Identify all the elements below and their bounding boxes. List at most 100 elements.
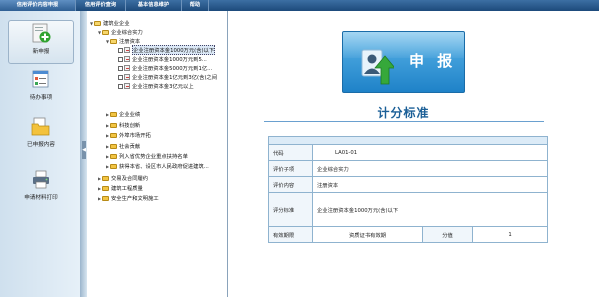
tree-node-label: 建筑工程质量 (111, 186, 143, 192)
category-tree: ▼ 建筑业企业 ▼ 企业综合实力 ▼ 注册资本 企业注册资本金1000万元(含)… (87, 11, 228, 297)
content-label: 评价内容 (268, 176, 313, 193)
score-label: 分值 (422, 226, 473, 243)
tree-node-label: 获得本省、设区市人民政府促进建筑... (119, 164, 209, 170)
tree-node[interactable]: ▶ 企业业绩 (105, 110, 140, 118)
tree-node[interactable]: ▶ 列入省优势企业重点扶持名单 (105, 152, 188, 160)
item-value: 企业综合实力 (312, 160, 548, 177)
tree-node-label: 建筑业企业 (103, 21, 130, 27)
tree-node[interactable]: ▼ 注册资本 (105, 37, 140, 45)
document-icon (124, 74, 130, 80)
checkbox[interactable] (118, 83, 123, 89)
table-row: 评价内容 注册资本 (268, 176, 548, 193)
checkbox[interactable] (118, 47, 123, 53)
folder-icon (110, 163, 117, 169)
valid-label: 有效期限 (268, 226, 313, 243)
sidebar-item-label: 待办事项 (29, 95, 53, 101)
tree-node-label: 交易及合同履约 (111, 176, 149, 182)
sidebar-item-new-declaration[interactable]: 新申报 (8, 20, 74, 64)
tree-node[interactable]: ▶ 社会贡献 (105, 142, 140, 150)
task-list-icon (29, 67, 53, 91)
tab-basic-info[interactable]: 基本信息维护 (126, 0, 182, 11)
tree-node-label: 企业注册资本金3亿元以上 (132, 84, 194, 90)
table-row: 有效期限 资质证书有效期 分值 1 (268, 226, 548, 243)
tab-credit-declaration[interactable]: 信用评价内容申报 (0, 0, 76, 11)
table-row: 评分标准 企业注册资本金1000万元(含)以下 (268, 192, 548, 227)
tree-node[interactable]: 企业注册资本金1000万元到5... (113, 55, 207, 63)
tree-node[interactable]: ▶ 外埠市场开拓 (105, 131, 151, 139)
tree-node[interactable]: ▶ 安全生产和文明施工 (97, 194, 159, 202)
document-icon (124, 56, 130, 62)
add-document-icon (29, 21, 53, 45)
tree-node-label: 企业注册资本金1000万元到5... (132, 57, 207, 63)
standard-value: 企业注册资本金1000万元(含)以下 (312, 192, 548, 227)
person-upload-icon (361, 49, 394, 85)
table-row: 评价子项 企业综合实力 (268, 160, 548, 177)
scoring-standard-table: 代码 LA01-01 评价子项 企业综合实力 评价内容 注册资本 评分标准 企业… (268, 136, 548, 243)
document-icon (124, 83, 130, 89)
tab-credit-query[interactable]: 信用评价查询 (76, 0, 126, 11)
tree-node-label: 企业注册资本金1亿元到3亿(含)之间 (132, 75, 218, 81)
tree-node[interactable]: 企业注册资本金1000万元(含)以下 (113, 45, 216, 55)
tree-node[interactable]: ▶ 交易及合同履约 (97, 174, 148, 182)
page-title: 计分标准 (377, 106, 430, 120)
folder-open-icon (94, 20, 101, 26)
tree-node[interactable]: 企业注册资本金5000万元到1亿... (113, 64, 212, 72)
checkbox[interactable] (118, 65, 123, 71)
tree-node-label: 社会贡献 (119, 144, 141, 150)
folder-icon (110, 132, 117, 138)
tree-node[interactable]: ▼ 企业综合实力 (97, 28, 143, 36)
standard-label: 评分标准 (268, 192, 313, 227)
item-label: 评价子项 (268, 160, 313, 177)
title-divider (264, 121, 544, 122)
content-value: 注册资本 (312, 176, 548, 193)
tree-node[interactable]: ▼ 建筑业企业 (89, 19, 130, 27)
sidebar-item-label: 已申报内容 (27, 142, 55, 148)
tree-node[interactable]: ▶ 获得本省、设区市人民政府促进建筑... (105, 162, 209, 170)
folder-icon (102, 185, 109, 191)
tree-node[interactable]: 企业注册资本金3亿元以上 (113, 82, 194, 90)
document-icon (124, 65, 130, 71)
declare-button[interactable]: 申 报 (342, 31, 465, 93)
tree-node-label: 企业注册资本金5000万元到1亿... (132, 66, 213, 72)
tree-node[interactable]: ▶ 科技创新 (105, 121, 140, 129)
table-header-row (268, 136, 548, 145)
checkbox[interactable] (118, 74, 123, 80)
sidebar-item-label: 新申报 (32, 49, 50, 55)
sidebar-item-label: 申请材料打印 (24, 195, 58, 201)
folder-icon (110, 111, 117, 117)
document-icon (124, 47, 130, 53)
table-header-cell (268, 136, 548, 145)
checkbox[interactable] (118, 56, 123, 62)
main-content: 申 报 计分标准 代码 LA01-01 评价子项 企业综合实力 评价内容 注册资… (228, 11, 599, 297)
folder-document-icon (29, 114, 53, 138)
code-label: 代码 (268, 144, 313, 161)
tree-node-label: 安全生产和文明施工 (111, 196, 159, 202)
tree-node-label: 列入省优势企业重点扶持名单 (119, 154, 188, 160)
folder-icon (102, 195, 109, 201)
banner-label: 申 报 (409, 52, 457, 70)
tree-node-label: 外埠市场开拓 (119, 133, 151, 139)
tree-node-label: 注册资本 (119, 39, 141, 45)
tree-node-label: 企业综合实力 (111, 30, 143, 36)
folder-open-icon (110, 38, 117, 44)
folder-icon (110, 153, 117, 159)
code-value: LA01-01 (312, 144, 548, 161)
top-navigation: 信用评价内容申报 信用评价查询 基本信息维护 帮助 (0, 0, 599, 11)
tree-node-label: 科技创新 (119, 123, 141, 129)
sidebar-item-print-materials[interactable]: 申请材料打印 (8, 167, 74, 211)
tree-node-label: 企业业绩 (119, 112, 141, 118)
sidebar-item-declared-content[interactable]: 已申报内容 (8, 114, 74, 158)
left-sidebar: 新申报 待办事项 已申报内容 申请材料打印 (0, 11, 81, 297)
tree-node-label: 企业注册资本金1000万元(含)以下 (132, 45, 216, 55)
folder-icon (102, 175, 109, 181)
sidebar-item-pending-tasks[interactable]: 待办事项 (8, 67, 74, 111)
tree-node[interactable]: ▶ 建筑工程质量 (97, 184, 143, 192)
valid-value: 资质证书有效期 (312, 226, 423, 243)
tree-node[interactable]: 企业注册资本金1亿元到3亿(含)之间 (113, 73, 217, 81)
printer-icon (29, 167, 53, 191)
score-value: 1 (472, 226, 548, 243)
collapse-arrow-icon[interactable]: ◀ (82, 141, 86, 159)
table-row: 代码 LA01-01 (268, 144, 548, 161)
tab-help[interactable]: 帮助 (182, 0, 209, 11)
folder-icon (110, 143, 117, 149)
